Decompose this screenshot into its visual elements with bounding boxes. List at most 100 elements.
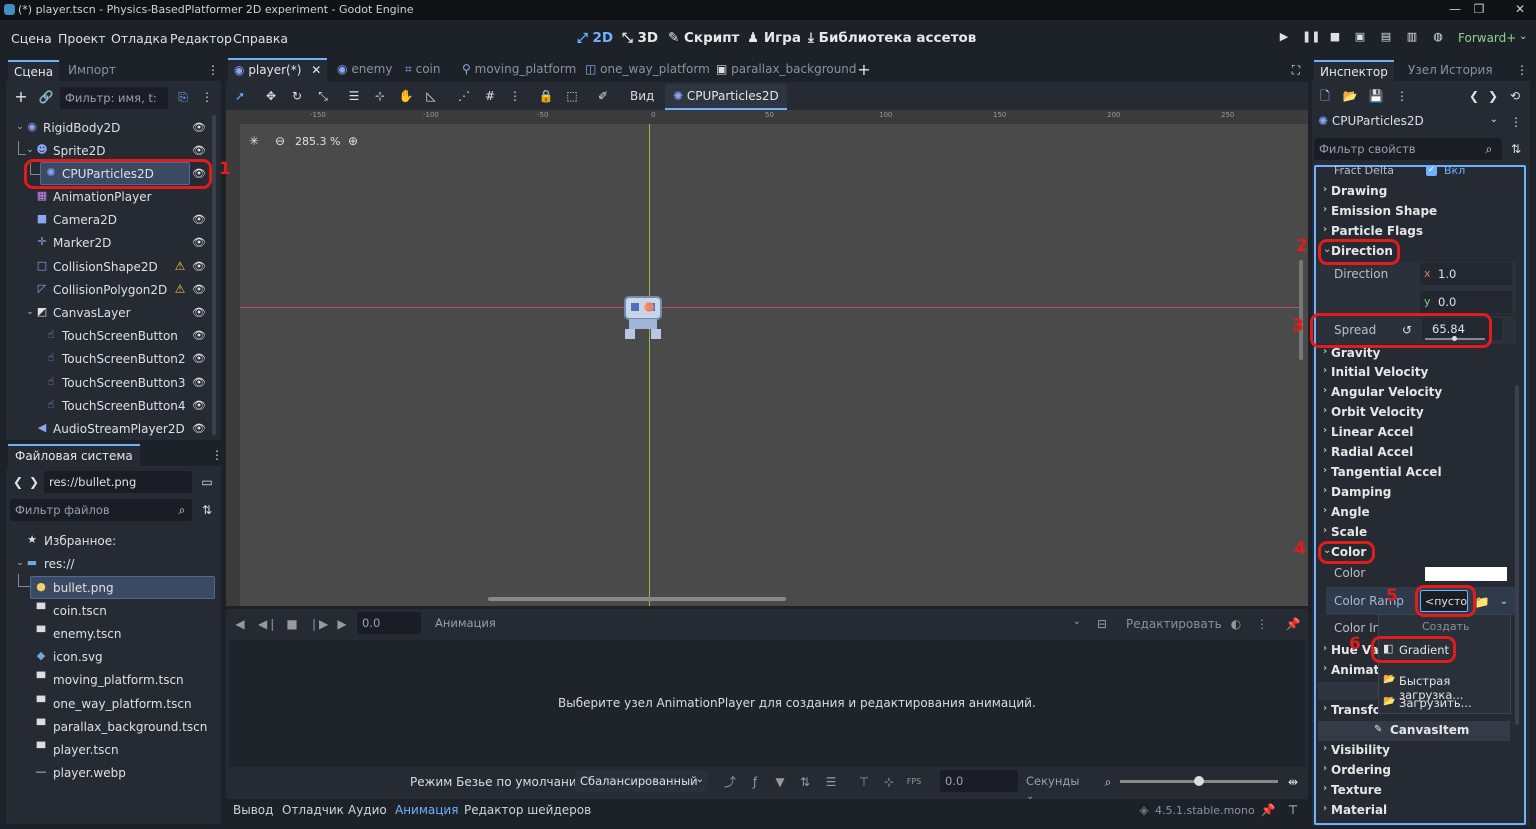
direction-x-field[interactable]: x 1.0 [1420,263,1512,285]
back-icon[interactable]: ❮ [10,474,26,490]
zoom-icon[interactable]: ⌕ [1100,774,1116,790]
editor-tab-enemy[interactable]: ◉ enemy [331,59,398,80]
eye-icon[interactable]: 👁 [192,399,206,413]
eye-icon[interactable]: 👁 [192,376,206,390]
eye-icon[interactable]: 👁 [192,329,206,343]
expand-panel-icon[interactable]: ⊤ [1285,802,1301,818]
dock-menu-icon[interactable]: ⋮ [209,447,225,463]
forward-icon[interactable]: ▶ [334,616,350,632]
list-select-icon[interactable]: ☰ [346,88,362,104]
chevron-down-icon[interactable]: ⌄ [1519,31,1527,42]
folder-res[interactable]: ⌄ ▬ res:// [14,553,214,575]
pin-icon[interactable]: 📌 [1285,616,1301,632]
mode-3d-button[interactable]: ⤡ 3D [622,30,658,46]
forward-icon[interactable]: ❯ [26,474,42,490]
pause-icon[interactable]: ❚❚ [1302,30,1320,44]
zoom-out-icon[interactable]: ⊖ [272,133,288,149]
filter-icon[interactable]: ▼ [772,774,788,790]
direction-y-field[interactable]: y 0.0 [1420,291,1512,313]
play-icon[interactable]: ▶ [1277,30,1291,44]
tab-scene[interactable]: Сцена [8,60,60,81]
move-tool-icon[interactable]: ✥ [263,88,279,104]
rewind-icon[interactable]: ◀ [232,616,248,632]
group-icon[interactable]: ⬚ [564,88,580,104]
editor-tab-parallax-background[interactable]: ▣ parallax_background [710,59,863,80]
section-initial-velocity[interactable]: › Initial Velocity [1320,363,1510,383]
tree-node-touchscreenbutton2[interactable]: ☝ TouchScreenButton2 👁 [10,348,215,370]
eye-icon[interactable]: 👁 [192,144,206,158]
sort-icon[interactable]: ⇅ [199,502,215,518]
bezier-mode-select[interactable]: Сбалансированный ⌄ [575,770,708,792]
horizontal-scrollbar[interactable] [488,597,786,601]
menu-scene[interactable]: Сцена [11,31,52,46]
inspector-scrollbar[interactable] [1515,385,1519,725]
menu-debug[interactable]: Отладка [111,31,168,46]
play-scene-icon[interactable]: ▤ [1379,30,1393,44]
eye-icon[interactable]: 👁 [192,283,206,297]
movie-maker-icon[interactable]: ◍ [1431,30,1445,44]
snap-keys-icon[interactable]: ⊹ [881,774,897,790]
section-radial-accel[interactable]: › Radial Accel [1320,443,1510,463]
tree-node-touchscreenbutton3[interactable]: ☝ TouchScreenButton3 👁 [10,372,215,394]
editor-tab-player[interactable]: ◉ player(*) ✕ [228,58,328,82]
mode-game-button[interactable]: ♟ Игра [747,30,801,46]
animation-tools-icon[interactable]: ⊟ [1094,616,1110,632]
file-item[interactable]: — player.webp [35,762,215,784]
bottom-tab-audio[interactable]: Аудио [348,803,387,817]
color-swatch[interactable] [1425,567,1507,581]
file-item[interactable]: ▀ moving_platform.tscn [35,669,215,691]
bottom-tab-debugger[interactable]: Отладчик [282,803,344,817]
mode-2d-button[interactable]: ⤢ 2D [577,30,613,46]
bottom-tab-shader-editor[interactable]: Редактор шейдеров [464,803,591,817]
section-emission-shape[interactable]: › Emission Shape [1320,202,1510,222]
player-sprite[interactable] [619,293,667,341]
pan-tool-icon[interactable]: ✋ [398,88,414,104]
play-from-start-icon[interactable]: ❘▶ [309,616,328,632]
popup-load-item[interactable]: 📂 Загрузить... [1381,693,1509,713]
checkbox-icon[interactable]: ✓ [1426,165,1437,176]
renderer-select[interactable]: Forward+ [1458,31,1516,45]
animation-time-input[interactable]: 0.0 [357,612,421,634]
rotate-tool-icon[interactable]: ↻ [289,88,305,104]
popup-quick-load-item[interactable]: 📂 Быстрая загрузка... [1381,671,1509,702]
favorites-item[interactable]: ★ Избранное: [26,530,216,552]
tree-node-rigidbody2d[interactable]: ⌄ ◉ RigidBody2D 👁 [10,117,215,139]
snap-icon[interactable]: ⊤ [856,774,872,790]
filesystem-tab[interactable]: Файловая система [8,444,140,466]
path-field[interactable]: res://bullet.png [44,471,192,493]
tab-inspector[interactable]: Инспектор [1314,60,1394,81]
menu-editor[interactable]: Редактор [170,31,232,46]
select-tool-icon[interactable]: ➚ [232,88,248,104]
section-drawing[interactable]: › Drawing [1320,182,1510,202]
file-item[interactable]: ▀ parallax_background.tscn [35,716,215,738]
zoom-level[interactable]: 285.3 % [295,135,340,148]
section-ordering[interactable]: › Ordering [1320,761,1510,781]
tree-node-touchscreenbutton[interactable]: ☝ TouchScreenButton 👁 [10,325,215,347]
save-resource-icon[interactable]: 💾 [1368,88,1384,104]
tree-node-animationplayer[interactable]: ▦ AnimationPlayer [10,186,215,208]
pin-icon[interactable]: 📌 [1260,802,1276,818]
collapse-chevron-icon[interactable]: ⌄ [24,144,36,156]
history-forward-icon[interactable]: ❯ [1485,88,1501,104]
minimize-icon[interactable]: — [1448,2,1462,16]
warning-icon[interactable]: ⚠ [173,282,187,296]
add-node-icon[interactable]: + [13,89,29,105]
maximize-icon[interactable]: ❐ [1472,2,1486,16]
open-resource-icon[interactable]: 📂 [1342,88,1358,104]
scene-filter-input[interactable]: Фильтр: имя, t: [60,87,168,109]
editor-tab-one-way-platform[interactable]: ◫ one_way_platform [579,59,716,80]
split-view-icon[interactable]: ▭ [199,474,215,490]
distraction-free-icon[interactable]: ⛶ [1288,62,1304,78]
tree-node-audiostreamplayer2d[interactable]: ◀ AudioStreamPlayer2D 👁 [10,418,215,440]
file-item[interactable]: ▀ enemy.tscn [35,623,215,645]
section-angle[interactable]: › Angle [1320,503,1510,523]
function-icon[interactable]: ƒ [747,774,763,790]
vertical-scrollbar[interactable] [1299,260,1303,360]
folder-icon[interactable]: 📁 [1474,594,1490,610]
tree-node-marker2d[interactable]: ✛ Marker2D 👁 [10,232,215,254]
attach-script-icon[interactable]: ⎘ [175,89,191,105]
time-units-select[interactable]: Секунды ⌄ [1021,770,1091,802]
stop-icon[interactable]: ■ [1328,30,1342,44]
section-visibility[interactable]: › Visibility [1320,741,1510,761]
tab-history[interactable]: История [1434,60,1499,81]
